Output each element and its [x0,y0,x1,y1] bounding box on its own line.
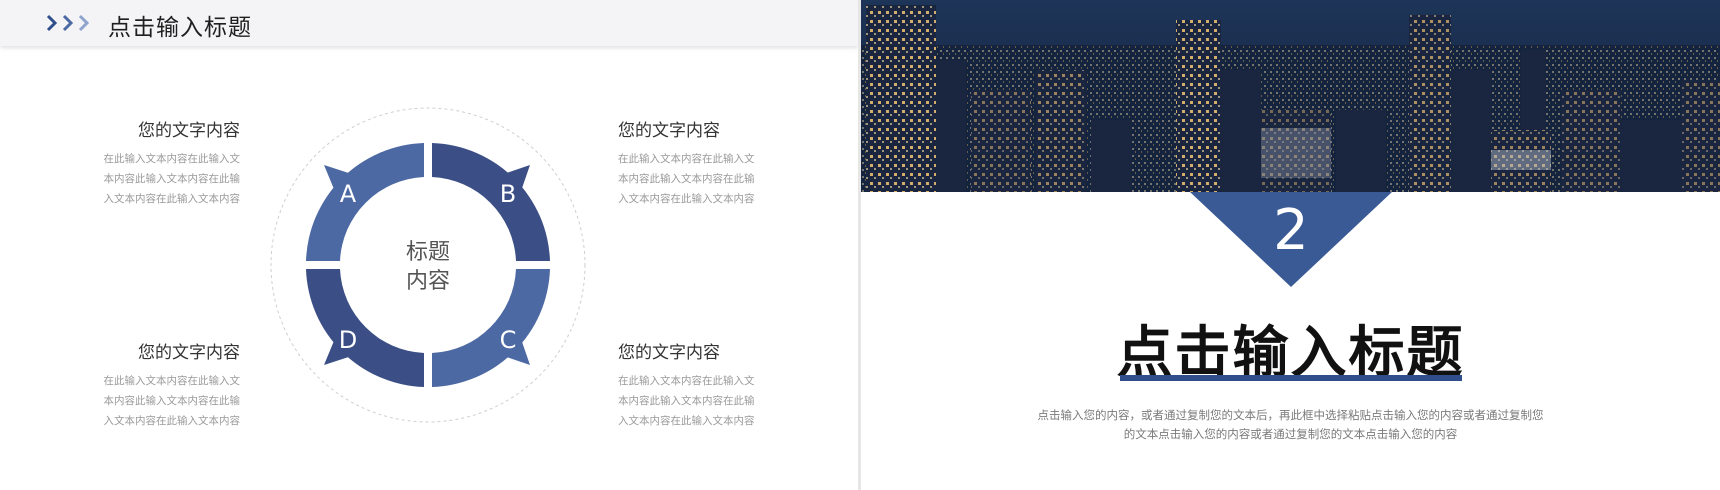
text-line: 在此输入文本内容在此输入文 [103,375,241,387]
text-line: 在此输入文本内容在此输入文 [618,153,755,165]
cycle-diagram: A B C D 标题 内容 [270,107,586,423]
text-block-top-left: 您的文字内容 在此输入文本内容在此输入文 本内容此输入文本内容在此输 入文本内容… [90,116,241,209]
text-block-title: 您的文字内容 [138,343,240,363]
subtitle-line: 的文本点击输入您的内容或者通过复制您的文本点击输入您的内容 [1123,427,1458,441]
text-line: 本内容此输入文本内容在此输 [103,173,241,185]
section-number: 2 [1273,198,1309,263]
segment-label-d: D [339,326,357,354]
text-block-bottom-right: 您的文字内容 在此输入文本内容在此输入文 本内容此输入文本内容在此输 入文本内容… [618,338,768,431]
text-block-title: 您的文字内容 [618,343,720,363]
segment-label-c: C [500,326,517,354]
dashed-outer-ring [270,107,586,423]
text-line: 入文本内容在此输入文本内容 [618,415,755,427]
text-line: 本内容此输入文本内容在此输 [618,173,755,185]
text-line: 在此输入文本内容在此输入文 [618,375,755,387]
text-block-body: 在此输入文本内容在此输入文 本内容此输入文本内容在此输 入文本内容在此输入文本内… [90,149,241,209]
text-block-body: 在此输入文本内容在此输入文 本内容此输入文本内容在此输 入文本内容在此输入文本内… [618,149,768,209]
text-line: 入文本内容在此输入文本内容 [103,415,241,427]
triple-chevron-right-icon [46,14,90,32]
text-block-body: 在此输入文本内容在此输入文 本内容此输入文本内容在此输 入文本内容在此输入文本内… [618,371,768,431]
text-block-title: 您的文字内容 [138,121,240,141]
text-line: 入文本内容在此输入文本内容 [103,193,241,205]
segment-label-a: A [340,180,357,208]
segment-label-b: B [500,180,516,208]
left-slide: 点击输入标题 您的文字内容 在此输入文本内容在此输入文 本内容此输入文本内容在此… [0,0,858,490]
text-block-body: 在此输入文本内容在此输入文 本内容此输入文本内容在此输 入文本内容在此输入文本内… [90,371,241,431]
subtitle-text: 点击输入您的内容，或者通过复制您的文本后，再此框中选择粘贴点击输入您的内容或者通… [1011,406,1570,444]
header-title: 点击输入标题 [108,15,252,41]
text-line: 在此输入文本内容在此输入文 [103,153,241,165]
text-block-title: 您的文字内容 [618,121,720,141]
slide-header: 点击输入标题 [0,0,858,46]
night-city-skyline-image [861,0,1720,192]
text-line: 本内容此输入文本内容在此输 [618,395,755,407]
text-block-top-right: 您的文字内容 在此输入文本内容在此输入文 本内容此输入文本内容在此输 入文本内容… [618,116,768,209]
text-line: 入文本内容在此输入文本内容 [618,193,755,205]
center-title-line2: 内容 [406,269,450,294]
subtitle-line: 点击输入您的内容，或者通过复制您的文本后，再此框中选择粘贴点击输入您的内容或者通… [1037,408,1544,422]
text-line: 本内容此输入文本内容在此输 [103,395,241,407]
right-slide: 2 点击输入标题 点击输入您的内容，或者通过复制您的文本后，再此框中选择粘贴点击… [861,0,1720,490]
text-block-bottom-left: 您的文字内容 在此输入文本内容在此输入文 本内容此输入文本内容在此输 入文本内容… [90,338,241,431]
center-title-line1: 标题 [406,240,450,265]
title-underline [1120,375,1462,381]
